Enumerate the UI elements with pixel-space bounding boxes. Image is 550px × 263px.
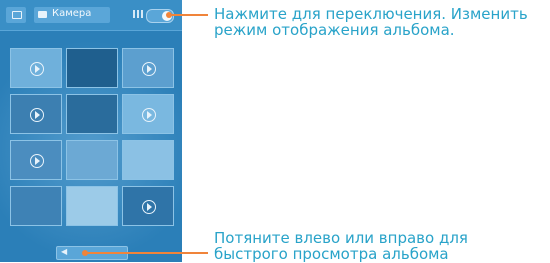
scrub-callout-line1: Потяните влево или вправо для [214,229,468,247]
phone-screen: Камера ◀ [0,0,182,262]
play-icon [30,108,44,122]
album-thumbnail[interactable] [66,140,118,180]
camera-icon [38,11,47,18]
album-thumbnail[interactable] [66,94,118,134]
album-thumbnail[interactable] [122,48,174,88]
play-icon [30,154,44,168]
scrub-callout-line [86,252,208,254]
album-thumbnail[interactable] [10,186,62,226]
toggle-callout-text: Нажмите для переключения. Изменить режим… [214,6,528,38]
album-thumbnail[interactable] [122,186,174,226]
album-thumbnail[interactable] [122,140,174,180]
play-icon [142,62,156,76]
album-label: Камера [52,8,92,19]
scrubber-left-arrow-icon: ◀ [61,247,68,256]
album-thumbnail[interactable] [10,94,62,134]
album-thumbnail[interactable] [10,140,62,180]
scrub-callout-line2: быстрого просмотра альбома [214,245,449,263]
top-bar: Камера [0,0,182,31]
album-thumbnail[interactable] [66,186,118,226]
album-thumbnail[interactable] [66,48,118,88]
play-icon [142,200,156,214]
album-thumbnail[interactable] [122,94,174,134]
play-icon [30,62,44,76]
play-icon [142,108,156,122]
scrub-callout-text: Потяните влево или вправо для быстрого п… [214,230,468,262]
toggle-callout-line [170,14,208,16]
album-breadcrumb[interactable]: Камера [34,7,110,23]
toggle-callout-line1: Нажмите для переключения. Изменить [214,5,528,23]
gallery-home-icon[interactable] [6,7,26,23]
grid-view-icon [133,10,143,18]
album-thumbnail[interactable] [10,48,62,88]
toggle-callout-line2: режим отображения альбома. [214,21,455,39]
